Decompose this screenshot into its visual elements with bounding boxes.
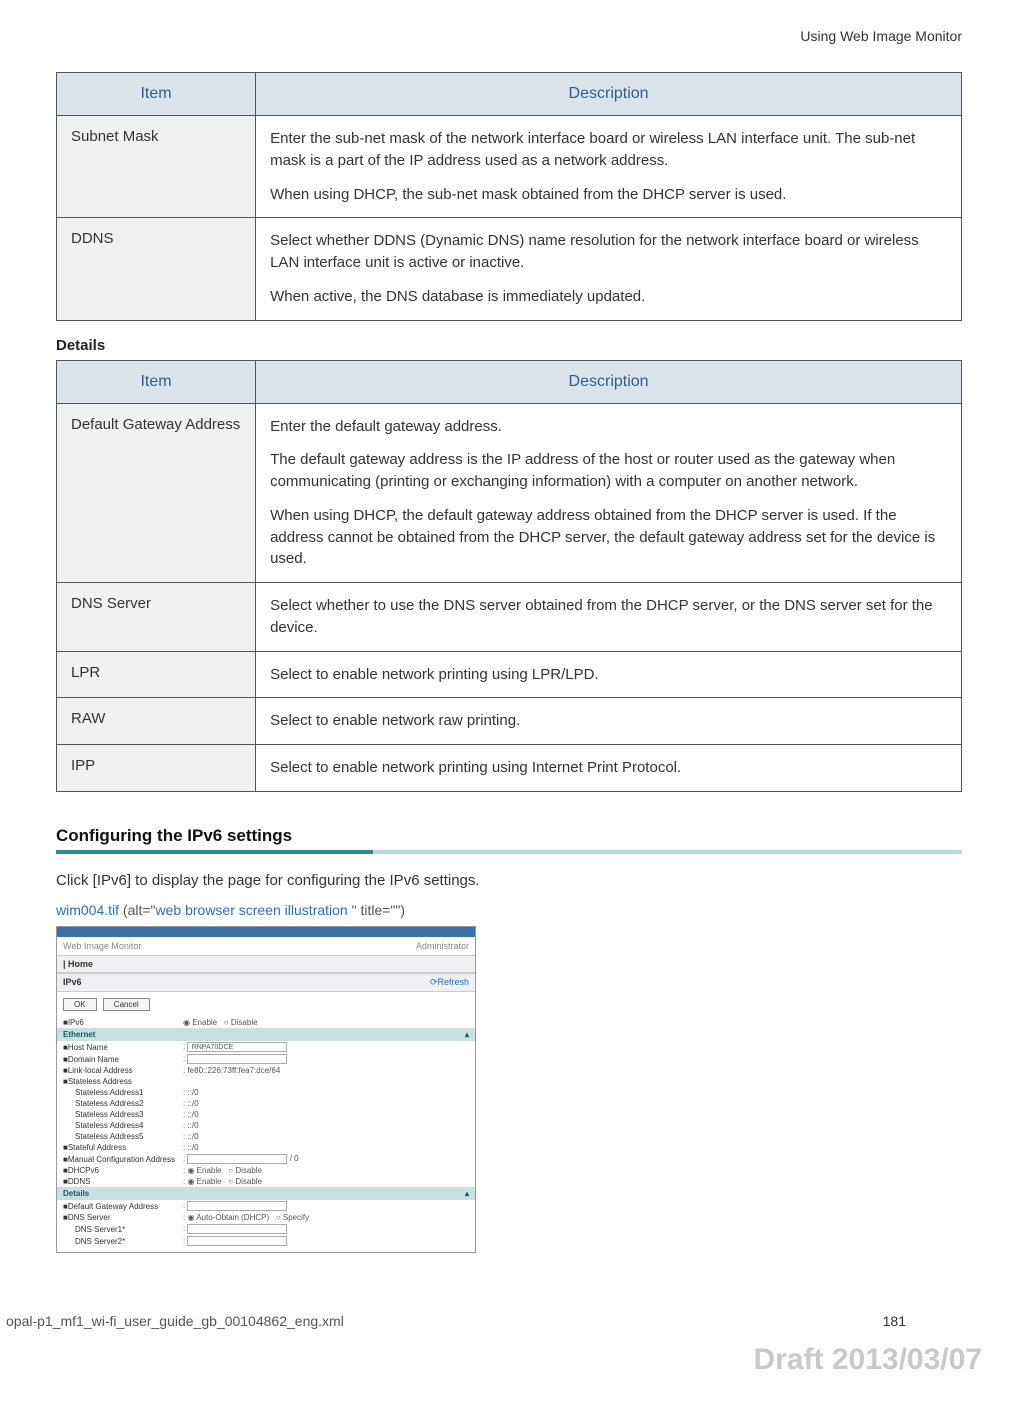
desc-paragraph: When using DHCP, the default gateway add…: [270, 505, 947, 570]
table-subnet-ddns: Item Description Subnet Mask Enter the s…: [56, 72, 962, 321]
ipv6-heading: Configuring the IPv6 settings: [56, 826, 962, 850]
draft-watermark: Draft 2013/03/07: [0, 1343, 1018, 1407]
sb-label: Stateless Address3: [63, 1110, 183, 1119]
gateway-input[interactable]: [187, 1201, 287, 1211]
desc-cell: Enter the default gateway address. The d…: [256, 403, 962, 583]
sb-section-ethernet[interactable]: Ethernet▴: [57, 1028, 475, 1041]
caption-link: web browser screen illustration: [156, 902, 348, 918]
footer-filename: opal-p1_mf1_wi-fi_user_guide_gb_00104862…: [0, 1313, 344, 1329]
radio-enable[interactable]: [187, 1166, 196, 1175]
sb-label: ■DNS Server: [63, 1213, 183, 1222]
page-footer: opal-p1_mf1_wi-fi_user_guide_gb_00104862…: [0, 1273, 1018, 1343]
sb-page-bar: IPv6⟳Refresh: [57, 973, 475, 992]
table-details: Item Description Default Gateway Address…: [56, 360, 962, 792]
illustration-caption: wim004.tif (alt="web browser screen illu…: [56, 902, 962, 918]
item-cell: DNS Server: [57, 583, 256, 652]
details-label: Details: [56, 337, 962, 354]
manual-addr-input[interactable]: [187, 1154, 287, 1164]
desc-paragraph: When using DHCP, the sub-net mask obtain…: [270, 184, 947, 206]
table-row: DNS Server Select whether to use the DNS…: [57, 583, 962, 652]
item-cell: LPR: [57, 651, 256, 698]
table-row: Default Gateway Address Enter the defaul…: [57, 403, 962, 583]
chevron-up-icon: ▴: [465, 1030, 469, 1039]
table-row: IPP Select to enable network printing us…: [57, 745, 962, 792]
desc-cell: Select whether DDNS (Dynamic DNS) name r…: [256, 218, 962, 320]
sb-breadcrumb: | Home: [57, 955, 475, 973]
desc-paragraph: Enter the sub-net mask of the network in…: [270, 128, 947, 172]
sb-label: Stateless Address2: [63, 1099, 183, 1108]
desc-paragraph: Select to enable network raw printing.: [270, 710, 947, 732]
table-row: DDNS Select whether DDNS (Dynamic DNS) n…: [57, 218, 962, 320]
desc-paragraph: When active, the DNS database is immedia…: [270, 286, 947, 308]
sb-header-bar: [57, 927, 475, 937]
caption-filename: wim004.tif: [56, 902, 119, 918]
desc-cell: Select whether to use the DNS server obt…: [256, 583, 962, 652]
radio-disable[interactable]: [224, 1018, 231, 1027]
item-cell: Default Gateway Address: [57, 403, 256, 583]
sb-label: DNS Server2*: [63, 1237, 183, 1246]
radio-enable[interactable]: [187, 1177, 196, 1186]
table1-head-item: Item: [57, 73, 256, 116]
item-cell: DDNS: [57, 218, 256, 320]
desc-paragraph: Select whether to use the DNS server obt…: [270, 595, 947, 639]
sb-label: ■Link-local Address: [63, 1066, 183, 1075]
ipv6-intro: Click [IPv6] to display the page for con…: [56, 870, 962, 893]
desc-paragraph: Enter the default gateway address.: [270, 416, 947, 438]
table-row: RAW Select to enable network raw printin…: [57, 698, 962, 745]
cancel-button[interactable]: Cancel: [103, 998, 150, 1011]
domain-name-input[interactable]: [187, 1054, 287, 1064]
table-row: LPR Select to enable network printing us…: [57, 651, 962, 698]
sb-label: ■Domain Name: [63, 1055, 183, 1064]
ok-button[interactable]: OK: [63, 998, 97, 1011]
table2-head-item: Item: [57, 360, 256, 403]
desc-paragraph: Select to enable network printing using …: [270, 757, 947, 779]
chevron-up-icon: ▴: [465, 1189, 469, 1198]
sb-label: ■Default Gateway Address: [63, 1202, 183, 1211]
sb-label: ■Host Name: [63, 1043, 183, 1052]
radio-auto[interactable]: [187, 1213, 196, 1222]
sb-label: Stateless Address4: [63, 1121, 183, 1130]
desc-paragraph: Select whether DDNS (Dynamic DNS) name r…: [270, 230, 947, 274]
sb-label: Stateless Address1: [63, 1088, 183, 1097]
item-cell: IPP: [57, 745, 256, 792]
page-number: 181: [883, 1313, 962, 1329]
desc-cell: Enter the sub-net mask of the network in…: [256, 116, 962, 218]
sb-label: ■DDNS: [63, 1177, 183, 1186]
heading-underline: [56, 850, 962, 854]
sb-label: ■Stateful Address: [63, 1143, 183, 1152]
item-cell: Subnet Mask: [57, 116, 256, 218]
item-cell: RAW: [57, 698, 256, 745]
sb-app-title: Web Image MonitorAdministrator: [57, 937, 475, 955]
desc-cell: Select to enable network raw printing.: [256, 698, 962, 745]
ipv6-screenshot: Web Image MonitorAdministrator | Home IP…: [56, 926, 476, 1253]
radio-specify[interactable]: [276, 1213, 283, 1222]
table-row: Subnet Mask Enter the sub-net mask of th…: [57, 116, 962, 218]
desc-cell: Select to enable network printing using …: [256, 651, 962, 698]
sb-label: ■IPv6: [63, 1018, 183, 1027]
caption-text: " title=""): [348, 902, 405, 918]
table2-head-desc: Description: [256, 360, 962, 403]
sb-label: ■Stateless Address: [63, 1077, 183, 1086]
sb-label: Stateless Address5: [63, 1132, 183, 1141]
sb-label: ■Manual Configuration Address: [63, 1155, 183, 1164]
sb-label: ■DHCPv6: [63, 1166, 183, 1175]
desc-paragraph: Select to enable network printing using …: [270, 664, 947, 686]
sb-label: DNS Server1*: [63, 1225, 183, 1234]
table1-head-desc: Description: [256, 73, 962, 116]
caption-text: (alt=": [119, 902, 155, 918]
radio-enable[interactable]: [183, 1018, 192, 1027]
sb-section-details[interactable]: Details▴: [57, 1187, 475, 1200]
dns2-input[interactable]: [187, 1236, 287, 1246]
header-section: Using Web Image Monitor: [800, 28, 962, 44]
dns1-input[interactable]: [187, 1224, 287, 1234]
desc-paragraph: The default gateway address is the IP ad…: [270, 449, 947, 493]
desc-cell: Select to enable network printing using …: [256, 745, 962, 792]
